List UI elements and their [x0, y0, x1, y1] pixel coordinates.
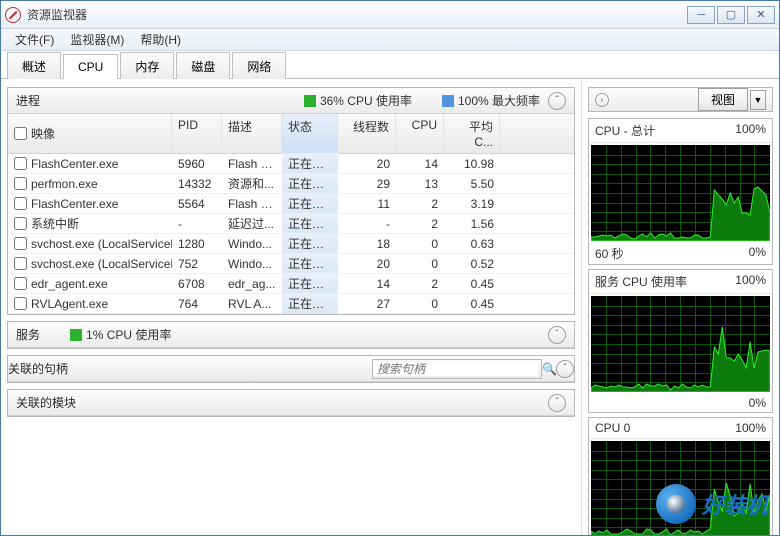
tab-memory[interactable]: 内存 [120, 52, 174, 79]
col-status[interactable]: 状态 [282, 114, 338, 153]
menu-file[interactable]: 文件(F) [7, 29, 62, 50]
collapse-modules-button[interactable]: ˇ [548, 394, 566, 412]
search-icon[interactable]: 🔍 [542, 362, 557, 376]
table-row[interactable]: svchost.exe (LocalServiceN...1280Windo..… [8, 234, 574, 254]
row-checkbox[interactable] [14, 157, 27, 170]
tab-cpu[interactable]: CPU [63, 54, 118, 79]
window-title: 资源监视器 [27, 6, 687, 23]
modules-title: 关联的模块 [16, 394, 76, 411]
search-handles-input[interactable] [373, 362, 538, 376]
services-title: 服务 [16, 326, 40, 343]
table-row[interactable]: 系统中断-延迟过...正在运行-21.56 [8, 214, 574, 234]
row-checkbox[interactable] [14, 177, 27, 190]
row-checkbox[interactable] [14, 217, 27, 230]
collapse-right-button[interactable]: › [595, 93, 609, 107]
handles-panel: 关联的句柄 🔍 ↻ ˇ [7, 355, 575, 383]
col-desc[interactable]: 描述 [222, 114, 282, 153]
table-row[interactable]: FlashCenter.exe5960Flash C...正在运行201410.… [8, 154, 574, 174]
table-row[interactable]: perfmon.exe14332资源和...正在运行29135.50 [8, 174, 574, 194]
collapse-processes-button[interactable]: ˆ [548, 92, 566, 110]
processes-panel: 进程 36% CPU 使用率 100% 最大频率 ˆ 映像 PID 描述 状态 … [7, 87, 575, 315]
cpu-graph: 服务 CPU 使用率100%0% [588, 269, 773, 413]
handles-title: 关联的句柄 [8, 360, 68, 377]
table-row[interactable]: FlashCenter.exe5564Flash C...正在运行1123.19 [8, 194, 574, 214]
maximize-button[interactable]: ▢ [717, 6, 745, 24]
tab-overview[interactable]: 概述 [7, 52, 61, 79]
col-pid[interactable]: PID [172, 114, 222, 153]
row-checkbox[interactable] [14, 257, 27, 270]
app-icon [5, 7, 21, 23]
processes-title: 进程 [16, 92, 40, 109]
menu-monitor[interactable]: 监视器(M) [62, 29, 132, 50]
view-button[interactable]: 视图 [698, 88, 748, 111]
col-image[interactable]: 映像 [31, 125, 55, 142]
table-row[interactable]: RVLAgent.exe764RVL A...正在运行2700.45 [8, 294, 574, 314]
legend-services-cpu: 1% CPU 使用率 [86, 326, 171, 343]
legend-blue-icon [442, 95, 454, 107]
services-panel: 服务 1% CPU 使用率 ˇ [7, 321, 575, 349]
row-checkbox[interactable] [14, 197, 27, 210]
cpu-graph: CPU 0100%0% [588, 417, 773, 535]
legend-max-freq: 100% 最大频率 [458, 92, 540, 109]
menu-help[interactable]: 帮助(H) [132, 29, 189, 50]
menubar: 文件(F) 监视器(M) 帮助(H) [1, 29, 779, 51]
col-threads[interactable]: 线程数 [338, 114, 396, 153]
cpu-graph: CPU - 总计100%60 秒0% [588, 118, 773, 265]
legend-green-icon [70, 329, 82, 341]
header-checkbox[interactable] [14, 127, 27, 140]
close-button[interactable]: ✕ [747, 6, 775, 24]
collapse-handles-button[interactable]: ˇ [556, 360, 574, 378]
tab-disk[interactable]: 磁盘 [176, 52, 230, 79]
col-avg[interactable]: 平均 C... [444, 114, 500, 153]
collapse-services-button[interactable]: ˇ [548, 326, 566, 344]
right-header: › 视图 ▼ [588, 87, 773, 112]
table-row[interactable]: edr_agent.exe6708edr_ag...正在运行1420.45 [8, 274, 574, 294]
titlebar: 资源监视器 ─ ▢ ✕ [1, 1, 779, 29]
row-checkbox[interactable] [14, 237, 27, 250]
legend-cpu-usage: 36% CPU 使用率 [320, 92, 412, 109]
col-cpu[interactable]: CPU [396, 114, 444, 153]
minimize-button[interactable]: ─ [687, 6, 715, 24]
tab-network[interactable]: 网络 [232, 52, 286, 79]
modules-panel: 关联的模块 ˇ [7, 389, 575, 417]
row-checkbox[interactable] [14, 277, 27, 290]
legend-green-icon [304, 95, 316, 107]
tab-strip: 概述 CPU 内存 磁盘 网络 [1, 51, 779, 79]
table-row[interactable]: svchost.exe (LocalServiceN...752Windo...… [8, 254, 574, 274]
process-table-header: 映像 PID 描述 状态 线程数 CPU 平均 C... [8, 114, 574, 154]
row-checkbox[interactable] [14, 297, 27, 310]
view-dropdown-button[interactable]: ▼ [750, 90, 766, 110]
